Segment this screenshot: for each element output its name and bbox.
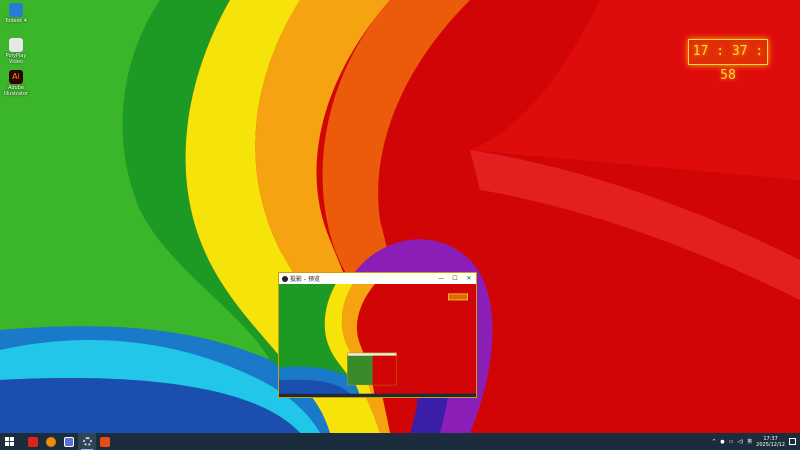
illustrator-icon: Ai — [9, 70, 23, 84]
minimize-button[interactable]: — — [434, 275, 448, 282]
volume-icon[interactable]: ◁) — [737, 439, 743, 445]
taskbar-browser-app[interactable] — [42, 433, 60, 450]
system-tray: ^ ● ▭ ◁) 英 17:37 2025/12/12 — [712, 433, 800, 450]
taskbar: ^ ● ▭ ◁) 英 17:37 2025/12/12 — [0, 433, 800, 450]
start-button[interactable] — [0, 433, 18, 450]
desktop-icon-label: Adobe Illustrator — [3, 85, 29, 97]
network-icon[interactable]: ▭ — [729, 439, 734, 445]
preview-screen-image — [279, 284, 476, 397]
windows-start-icon — [4, 437, 14, 446]
desktop-icon-label: Todesk 4 — [5, 18, 27, 24]
preview-content — [279, 284, 476, 397]
adobe-icon — [28, 436, 38, 447]
desktop-icon-label: PolyPlay Video — [5, 53, 27, 65]
app-icon — [282, 275, 288, 282]
desktop-icon-todesk[interactable]: Todesk 4 — [3, 3, 29, 24]
desktop: Todesk 4 PolyPlay Video Ai Adobe Illustr… — [0, 0, 800, 433]
taskbar-shield-app[interactable] — [60, 433, 78, 450]
notification-icon[interactable] — [789, 438, 796, 445]
polyplay-icon — [9, 38, 23, 52]
taskbar-settings-app[interactable] — [78, 433, 96, 450]
maximize-button[interactable]: ☐ — [448, 275, 462, 282]
desktop-icon-illustrator[interactable]: Ai Adobe Illustrator — [3, 70, 29, 97]
window-title: 投影 - 预览 — [290, 276, 320, 283]
shield-app-icon — [64, 436, 74, 447]
chevron-up-icon[interactable]: ^ — [712, 439, 716, 445]
clock-widget: 17 : 37 : 58 — [688, 39, 768, 83]
close-button[interactable]: ✕ — [462, 275, 476, 282]
input-method-indicator[interactable]: 英 — [747, 438, 752, 445]
preview-window-titlebar[interactable]: 投影 - 预览 — ☐ ✕ — [279, 273, 476, 284]
todesk-icon — [9, 3, 23, 17]
microphone-icon[interactable]: ● — [720, 439, 724, 445]
settings-gear-icon — [82, 437, 92, 446]
record-app-icon — [100, 436, 110, 447]
tray-date: 2025/12/12 — [756, 441, 785, 448]
taskbar-record-app[interactable] — [96, 433, 114, 450]
preview-window[interactable]: 投影 - 预览 — ☐ ✕ — [278, 272, 477, 398]
desktop-icon-polyplay[interactable]: PolyPlay Video — [3, 38, 29, 65]
tray-clock[interactable]: 17:37 2025/12/12 — [756, 436, 785, 448]
taskbar-adobe-app[interactable] — [24, 433, 42, 450]
browser-icon — [46, 436, 56, 447]
